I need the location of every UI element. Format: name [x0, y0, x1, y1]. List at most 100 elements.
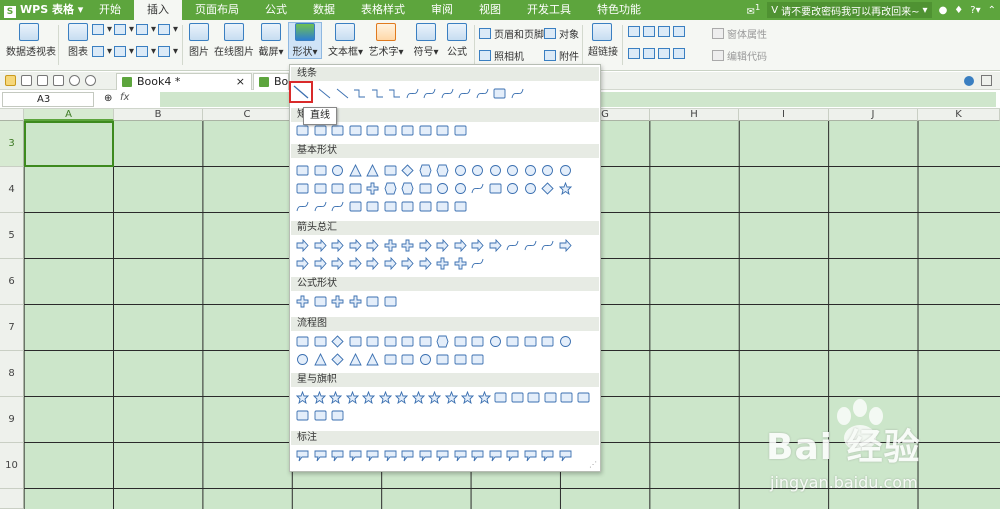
basic-shape-rect-icon[interactable]: [296, 164, 309, 177]
arrow-shape-arrow-icon[interactable]: [314, 239, 327, 252]
shapes-button[interactable]: 形状▾: [288, 22, 322, 59]
zoom-icon[interactable]: ⊕: [104, 93, 112, 104]
rect-shape-rect-icon[interactable]: [349, 124, 362, 137]
chart-button[interactable]: 图表: [64, 23, 92, 58]
area-chart-button[interactable]: ▾: [92, 46, 112, 57]
callout-shape-callout-icon[interactable]: [349, 449, 362, 462]
basic-shape-diamond-icon[interactable]: [541, 182, 554, 195]
star-shape-rect-icon[interactable]: [511, 391, 524, 404]
arrow-shape-arrow-icon[interactable]: [419, 239, 432, 252]
other-chart-button[interactable]: ▾: [158, 24, 178, 35]
star-shape-star-icon[interactable]: [461, 391, 474, 404]
notification-icon[interactable]: ✉1: [747, 2, 761, 17]
arrow-shape-curve-icon[interactable]: [524, 239, 537, 252]
basic-shape-circle-icon[interactable]: [471, 164, 484, 177]
line-shape-elbow-icon[interactable]: [388, 87, 401, 100]
tab-developer[interactable]: 开发工具: [514, 0, 584, 20]
line-shape-selected[interactable]: [289, 81, 313, 103]
form-controls-row1[interactable]: [628, 26, 685, 37]
art-text-button[interactable]: 艺术字▾: [368, 23, 404, 58]
flow-shape-rect-icon[interactable]: [384, 335, 397, 348]
open-icon[interactable]: [5, 75, 16, 86]
callout-shape-callout-icon[interactable]: [454, 449, 467, 462]
camera-button[interactable]: 照相机: [479, 48, 524, 63]
line-chart-button[interactable]: ▾: [136, 24, 156, 35]
basic-shape-circle-icon[interactable]: [454, 164, 467, 177]
shirt-icon[interactable]: ♦: [954, 5, 963, 16]
star-shape-rect-icon[interactable]: [544, 391, 557, 404]
banner-shape-rect-icon[interactable]: [296, 409, 309, 422]
basic-shape-star-icon[interactable]: [558, 182, 572, 195]
arrow-shape-arrow-icon[interactable]: [559, 239, 572, 252]
flow-shape-rect-icon[interactable]: [401, 335, 414, 348]
rect-shape-rect-icon[interactable]: [331, 124, 344, 137]
star-shape-star-icon[interactable]: [362, 391, 375, 404]
arrow-shape-arrow-icon[interactable]: [331, 239, 344, 252]
callout-shape-callout-icon[interactable]: [471, 449, 484, 462]
row-header-3[interactable]: 3: [0, 121, 24, 167]
callout-shape-callout-icon[interactable]: [506, 449, 519, 462]
line-shape-line-icon[interactable]: [336, 87, 349, 100]
resize-grip-icon[interactable]: ⋰: [589, 460, 597, 469]
row-header-7[interactable]: 7: [0, 305, 24, 351]
basic-shape-rect-icon[interactable]: [419, 200, 432, 213]
tab-features[interactable]: 特色功能: [584, 0, 654, 20]
basic-shape-curve-icon[interactable]: [314, 200, 327, 213]
fx-icon[interactable]: fx: [120, 92, 129, 103]
arrow-shape-arrow-icon[interactable]: [314, 257, 327, 270]
line-shape-curve-icon[interactable]: [423, 87, 436, 100]
star-shape-rect-icon[interactable]: [577, 391, 590, 404]
callout-shape-callout-icon[interactable]: [524, 449, 537, 462]
arrow-shape-arrow-icon[interactable]: [331, 257, 344, 270]
flow-shape-rect-icon[interactable]: [384, 353, 397, 366]
basic-shape-circle-icon[interactable]: [506, 182, 519, 195]
tab-review[interactable]: 审阅: [418, 0, 466, 20]
doc-tab-book4[interactable]: Book4 * ×: [116, 73, 252, 90]
star-shape-rect-icon[interactable]: [527, 391, 540, 404]
print-icon[interactable]: [37, 75, 48, 86]
row-header-11[interactable]: [0, 489, 24, 509]
rect-shape-rect-icon[interactable]: [366, 124, 379, 137]
row-header-8[interactable]: 8: [0, 351, 24, 397]
flow-shape-rect-icon[interactable]: [436, 353, 449, 366]
arrow-shape-curve-icon[interactable]: [506, 239, 519, 252]
basic-shape-rect-icon[interactable]: [489, 182, 502, 195]
equation-shape-rect-icon[interactable]: [314, 295, 327, 308]
row-header-5[interactable]: 5: [0, 213, 24, 259]
row-header-6[interactable]: 6: [0, 259, 24, 305]
arrow-shape-arrow-icon[interactable]: [489, 239, 502, 252]
basic-shape-rect-icon[interactable]: [366, 200, 379, 213]
arrow-shape-arrow-icon[interactable]: [471, 239, 484, 252]
tab-table-style[interactable]: 表格样式: [348, 0, 418, 20]
callout-shape-callout-icon[interactable]: [541, 449, 554, 462]
flow-shape-rect-icon[interactable]: [419, 335, 432, 348]
undo-icon[interactable]: [69, 75, 80, 86]
online-picture-button[interactable]: 在线图片: [214, 23, 254, 58]
column-header-k[interactable]: K: [918, 109, 1000, 121]
flow-shape-rect-icon[interactable]: [314, 335, 327, 348]
preview-icon[interactable]: [53, 75, 64, 86]
star-shape-star-icon[interactable]: [296, 391, 309, 404]
basic-shape-rect-icon[interactable]: [349, 182, 362, 195]
restore-window-icon[interactable]: [981, 75, 992, 86]
arrow-shape-arrow-icon[interactable]: [296, 239, 309, 252]
bar-h-chart-button[interactable]: ▾: [114, 46, 134, 57]
basic-shape-hex-icon[interactable]: [401, 182, 414, 195]
column-header-a[interactable]: A: [24, 109, 114, 121]
flow-shape-rect-icon[interactable]: [349, 335, 362, 348]
basic-shape-hex-icon[interactable]: [419, 164, 432, 177]
arrow-shape-arrow-icon[interactable]: [349, 239, 362, 252]
arrow-shape-curve-icon[interactable]: [471, 257, 484, 270]
basic-shape-hex-icon[interactable]: [384, 182, 397, 195]
rect-shape-rect-icon[interactable]: [454, 124, 467, 137]
callout-shape-callout-icon[interactable]: [436, 449, 449, 462]
callout-shape-callout-icon[interactable]: [331, 449, 344, 462]
equation-shape-plus-icon[interactable]: [349, 295, 362, 308]
arrow-shape-arrow-icon[interactable]: [366, 239, 379, 252]
tab-page-layout[interactable]: 页面布局: [182, 0, 252, 20]
tab-view[interactable]: 视图: [466, 0, 514, 20]
tab-insert[interactable]: 插入: [134, 0, 182, 20]
line-shape-curve-icon[interactable]: [458, 87, 471, 100]
flow-shape-rect-icon[interactable]: [471, 335, 484, 348]
basic-shape-rect-icon[interactable]: [384, 200, 397, 213]
